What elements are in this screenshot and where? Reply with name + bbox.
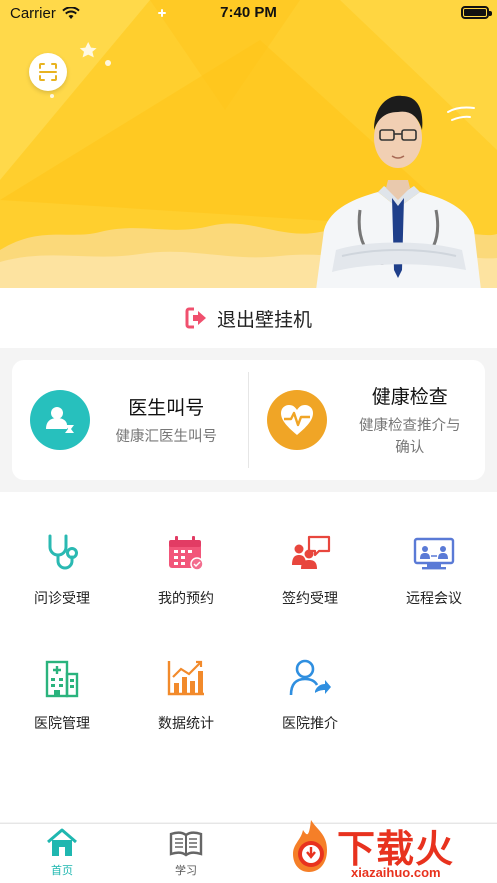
card-subtitle: 健康检查推介与确认 [359, 417, 461, 456]
carrier-label: Carrier [10, 4, 56, 22]
tab-label: 首页 [51, 864, 73, 877]
wifi-icon [62, 6, 80, 19]
heart-monitor-icon [266, 390, 327, 450]
grid-item-consultation[interactable]: 问诊受理 [0, 532, 124, 608]
grid-item-statistics[interactable]: 数据统计 [124, 657, 248, 733]
battery-icon [461, 6, 492, 19]
doctor-portrait [316, 95, 481, 290]
home-icon [47, 828, 77, 856]
feature-cards: 医生叫号 健康汇医生叫号 健康检查 健康检查推介与确认 [12, 360, 485, 480]
status-bar: Carrier 7:40 PM [0, 0, 497, 26]
tab-home[interactable]: 首页 [32, 828, 92, 878]
logout-icon [185, 307, 206, 329]
status-carrier: Carrier [10, 5, 80, 22]
user-share-icon [289, 657, 331, 699]
stethoscope-icon [41, 532, 83, 574]
scan-icon [39, 63, 57, 81]
card-title: 医生叫号 [128, 396, 205, 419]
grid-item-hospital-management[interactable]: 医院管理 [0, 657, 124, 733]
logout-bar[interactable]: 退出壁挂机 [0, 288, 497, 348]
grid-label: 问诊受理 [34, 591, 90, 607]
tab-study[interactable]: 学习 [156, 828, 216, 878]
grid-item-signing[interactable]: 签约受理 [248, 532, 372, 608]
scan-button[interactable] [29, 53, 67, 91]
team-chat-icon [289, 532, 331, 574]
grid-label: 我的预约 [158, 591, 214, 607]
book-icon [169, 831, 203, 857]
grid-label: 远程会议 [406, 591, 462, 607]
card-health-check[interactable]: 健康检查 健康检查推介与确认 [249, 360, 486, 480]
doctor-call-icon [30, 390, 90, 450]
function-grid: 问诊受理 我的预约 签约受理 远程会议 医院管理 数据统计 医院推介 [0, 492, 497, 822]
video-conference-icon [413, 532, 455, 574]
watermark: 下载火 xiazaihuo.com [291, 818, 491, 883]
hospital-icon [41, 657, 83, 699]
card-doctor-call[interactable]: 医生叫号 健康汇医生叫号 [12, 360, 249, 480]
hero-banner: Carrier 7:40 PM [0, 0, 497, 290]
card-subtitle: 健康汇医生叫号 [115, 428, 218, 445]
grid-label: 医院管理 [34, 716, 90, 732]
grid-item-appointment[interactable]: 我的预约 [124, 532, 248, 608]
tab-label: 学习 [175, 864, 197, 877]
logout-label: 退出壁挂机 [216, 308, 312, 331]
flame-logo-icon [293, 820, 327, 872]
grid-label: 医院推介 [282, 716, 338, 732]
watermark-url: xiazaihuo.com [351, 865, 441, 880]
grid-label: 签约受理 [282, 591, 338, 607]
bar-chart-icon [165, 657, 207, 699]
calendar-icon [165, 532, 207, 574]
grid-item-hospital-referral[interactable]: 医院推介 [248, 657, 372, 733]
grid-item-remote-meeting[interactable]: 远程会议 [372, 532, 496, 608]
card-title: 健康检查 [371, 385, 448, 408]
grid-label: 数据统计 [158, 716, 214, 732]
